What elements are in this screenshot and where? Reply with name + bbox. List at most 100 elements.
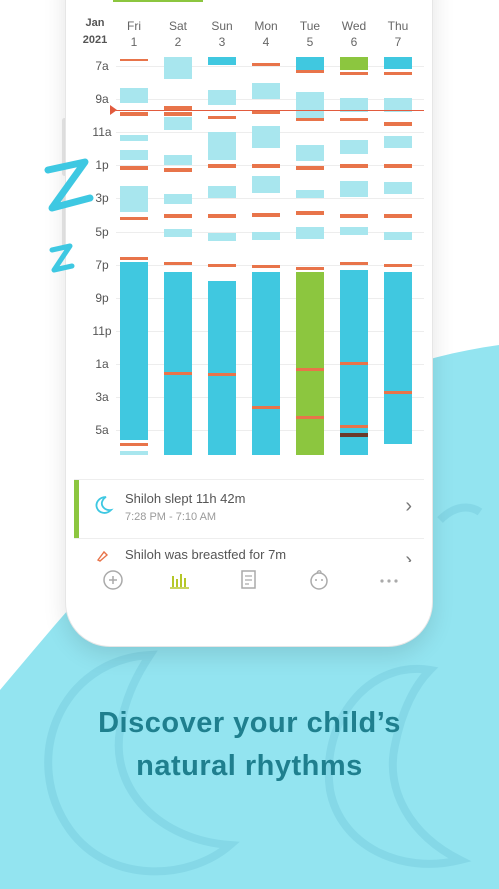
diaper-marker[interactable] bbox=[340, 433, 368, 437]
feed-marker[interactable] bbox=[384, 72, 412, 75]
feed-marker[interactable] bbox=[296, 368, 324, 371]
feed-marker[interactable] bbox=[252, 406, 280, 409]
nap-block[interactable] bbox=[384, 232, 412, 240]
nap-block[interactable] bbox=[384, 182, 412, 194]
nap-block[interactable] bbox=[252, 83, 280, 99]
feed-marker[interactable] bbox=[120, 59, 148, 61]
day-header-mon[interactable]: Mon 4 bbox=[244, 18, 288, 50]
feed-marker[interactable] bbox=[252, 213, 280, 217]
feed-marker[interactable] bbox=[384, 164, 412, 168]
feed-marker[interactable] bbox=[208, 164, 236, 168]
night-sleep-block[interactable] bbox=[208, 281, 236, 455]
event-feed-row[interactable]: Shiloh was breastfed for 7m › bbox=[74, 540, 424, 571]
plus-circle-icon[interactable] bbox=[96, 566, 130, 594]
nap-block[interactable] bbox=[164, 117, 192, 130]
feed-marker[interactable] bbox=[120, 443, 148, 446]
feed-marker[interactable] bbox=[164, 112, 192, 116]
event-sleep-row[interactable]: Shiloh slept 11h 42m 7:28 PM - 7:10 AM › bbox=[74, 479, 424, 539]
feed-marker[interactable] bbox=[340, 72, 368, 75]
feed-marker[interactable] bbox=[296, 70, 324, 73]
nap-block[interactable] bbox=[120, 88, 148, 103]
notes-icon[interactable] bbox=[232, 566, 266, 594]
feed-marker[interactable] bbox=[340, 362, 368, 365]
feed-marker[interactable] bbox=[340, 425, 368, 428]
nap-block[interactable] bbox=[208, 132, 236, 160]
nap-block[interactable] bbox=[384, 136, 412, 148]
nap-block[interactable] bbox=[252, 176, 280, 193]
feed-marker[interactable] bbox=[340, 164, 368, 168]
feed-marker[interactable] bbox=[120, 112, 148, 116]
selected-sleep-block[interactable] bbox=[296, 272, 324, 455]
baby-face-icon[interactable] bbox=[302, 566, 336, 594]
night-sleep-block[interactable] bbox=[164, 272, 192, 455]
feed-marker[interactable] bbox=[208, 373, 236, 376]
nap-block[interactable] bbox=[120, 451, 148, 455]
day-number: 6 bbox=[350, 35, 358, 49]
nap-block[interactable] bbox=[252, 232, 280, 240]
night-sleep-block[interactable] bbox=[208, 57, 236, 65]
selected-sleep-block[interactable] bbox=[340, 57, 368, 70]
nap-block[interactable] bbox=[208, 186, 236, 198]
feed-marker[interactable] bbox=[384, 264, 412, 267]
nap-block[interactable] bbox=[164, 57, 192, 79]
headline-line-1: Discover your child’s bbox=[98, 707, 401, 739]
feed-marker[interactable] bbox=[164, 168, 192, 172]
feed-marker[interactable] bbox=[164, 214, 192, 218]
bar-chart-icon[interactable] bbox=[162, 566, 196, 594]
feed-marker[interactable] bbox=[164, 262, 192, 265]
night-sleep-block[interactable] bbox=[120, 262, 148, 440]
nap-block[interactable] bbox=[208, 233, 236, 241]
nap-block[interactable] bbox=[164, 229, 192, 237]
day-header-sun[interactable]: Sun 3 bbox=[200, 18, 244, 50]
feed-marker[interactable] bbox=[296, 267, 324, 270]
nap-block[interactable] bbox=[296, 145, 324, 161]
nap-block[interactable] bbox=[252, 126, 280, 148]
feed-marker[interactable] bbox=[208, 264, 236, 267]
feed-marker[interactable] bbox=[340, 214, 368, 218]
day-header-fri[interactable]: Fri 1 bbox=[112, 18, 156, 50]
more-icon[interactable] bbox=[372, 566, 406, 594]
feed-marker[interactable] bbox=[252, 63, 280, 66]
night-sleep-block[interactable] bbox=[384, 272, 412, 444]
selected-indicator bbox=[113, 0, 203, 2]
feed-marker[interactable] bbox=[384, 214, 412, 218]
nap-block[interactable] bbox=[340, 181, 368, 197]
night-sleep-block[interactable] bbox=[296, 57, 324, 70]
feed-marker[interactable] bbox=[340, 118, 368, 121]
nap-block[interactable] bbox=[296, 190, 324, 198]
headline-line-2: natural rhythms bbox=[136, 750, 363, 782]
feed-marker[interactable] bbox=[120, 166, 148, 170]
nap-block[interactable] bbox=[208, 90, 236, 105]
nap-block[interactable] bbox=[120, 135, 148, 141]
feed-marker[interactable] bbox=[164, 372, 192, 375]
feed-marker[interactable] bbox=[296, 416, 324, 419]
feed-marker[interactable] bbox=[252, 265, 280, 268]
feed-marker[interactable] bbox=[340, 262, 368, 265]
night-sleep-block[interactable] bbox=[384, 57, 412, 69]
day-header-sat[interactable]: Sat 2 bbox=[156, 18, 200, 50]
nap-block[interactable] bbox=[164, 155, 192, 165]
nap-block[interactable] bbox=[164, 194, 192, 204]
feed-marker[interactable] bbox=[120, 217, 148, 220]
feed-marker[interactable] bbox=[384, 122, 412, 126]
feed-marker[interactable] bbox=[252, 164, 280, 168]
nap-block[interactable] bbox=[340, 140, 368, 154]
nap-block[interactable] bbox=[296, 92, 324, 118]
day-header-thu[interactable]: Thu 7 bbox=[376, 18, 420, 50]
feed-marker[interactable] bbox=[296, 166, 324, 170]
nap-block[interactable] bbox=[120, 186, 148, 212]
nap-block[interactable] bbox=[296, 227, 324, 239]
night-sleep-block[interactable] bbox=[340, 440, 368, 455]
feed-marker[interactable] bbox=[208, 116, 236, 119]
feed-marker[interactable] bbox=[296, 118, 324, 121]
feed-marker[interactable] bbox=[208, 214, 236, 218]
feed-marker[interactable] bbox=[296, 211, 324, 215]
nap-block[interactable] bbox=[340, 227, 368, 235]
day-header-tue[interactable]: Tue 5 bbox=[288, 18, 332, 50]
night-sleep-block[interactable] bbox=[252, 272, 280, 455]
feed-marker[interactable] bbox=[384, 391, 412, 394]
day-header-wed[interactable]: Wed 6 bbox=[332, 18, 376, 50]
nap-block[interactable] bbox=[120, 150, 148, 160]
event-title: Shiloh was breastfed for 7m bbox=[125, 547, 287, 562]
feed-marker[interactable] bbox=[120, 257, 148, 260]
